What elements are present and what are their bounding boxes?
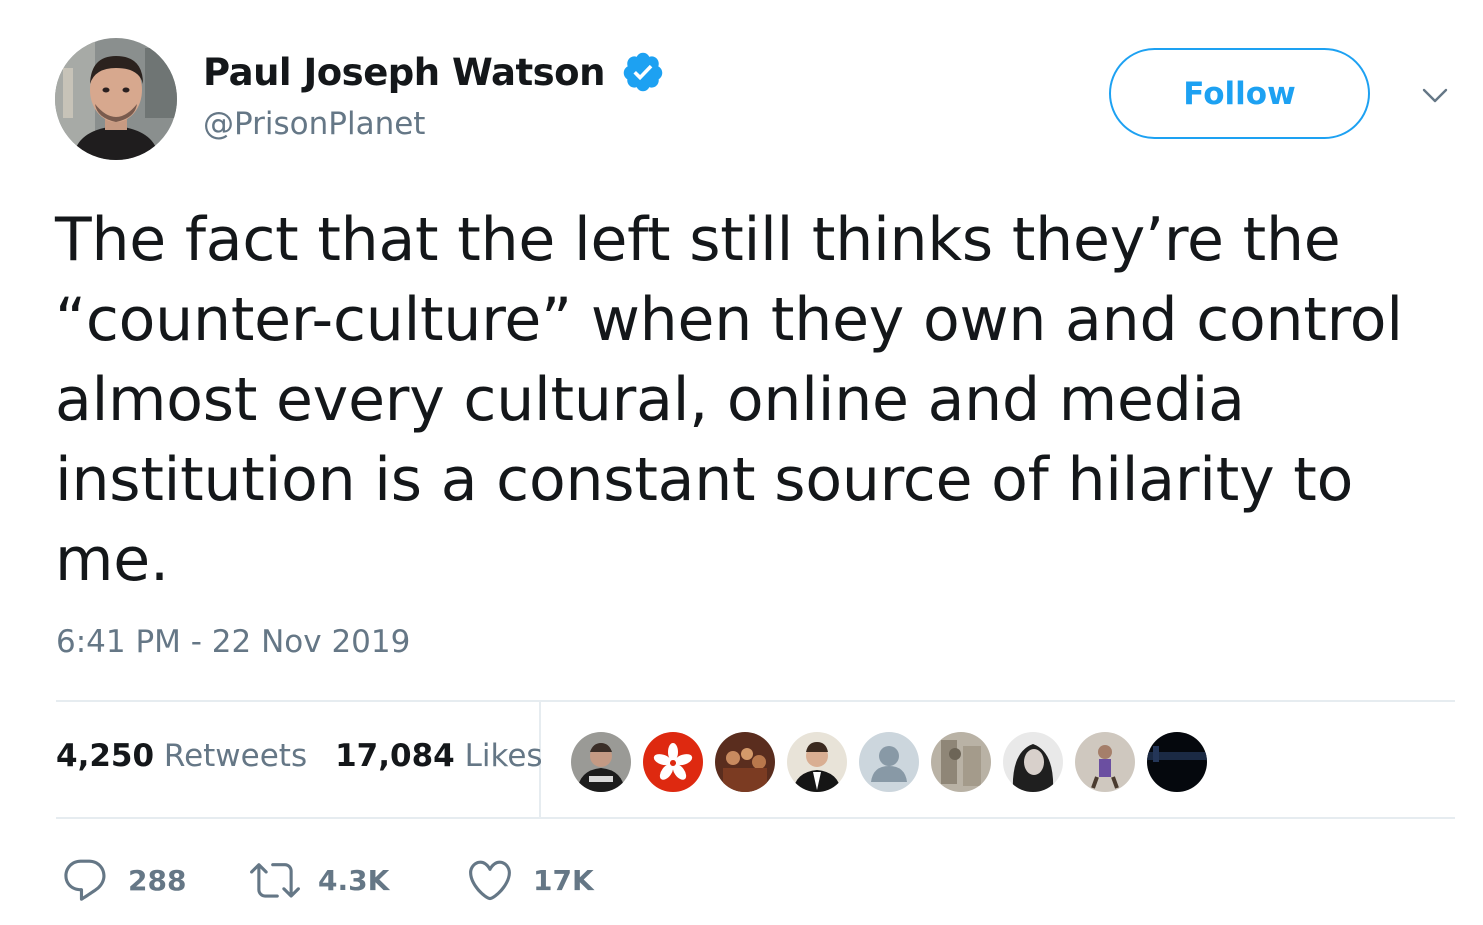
liker-avatar[interactable] [1003, 732, 1063, 792]
liker-avatar[interactable] [571, 732, 631, 792]
reply-button[interactable]: 288 [60, 855, 250, 905]
verified-badge-icon [623, 52, 663, 92]
divider-top [56, 700, 1455, 702]
like-button[interactable]: 17K [465, 855, 625, 905]
retweet-count: 4.3K [318, 863, 390, 897]
author-handle[interactable]: @PrisonPlanet [203, 106, 425, 142]
reply-count: 288 [128, 863, 187, 897]
retweets-stat-label: Retweets [163, 738, 308, 774]
liker-avatar[interactable] [1147, 732, 1207, 792]
follow-button[interactable]: Follow [1109, 48, 1370, 139]
chevron-down-icon[interactable] [1420, 80, 1450, 110]
liker-avatar[interactable] [715, 732, 775, 792]
author-name-row: Paul Joseph Watson [203, 44, 665, 100]
liker-avatar[interactable] [1075, 732, 1135, 792]
liker-avatar[interactable] [643, 732, 703, 792]
liker-avatar[interactable] [859, 732, 919, 792]
follow-button-label: Follow [1183, 75, 1296, 112]
retweet-button[interactable]: 4.3K [250, 855, 465, 905]
likes-stat-label: Likes [464, 738, 543, 774]
like-count: 17K [533, 863, 594, 897]
heart-icon [469, 860, 511, 901]
retweets-stat-count: 4,250 [56, 738, 155, 774]
likes-stat[interactable]: 17,084 Likes [335, 738, 542, 774]
liker-avatar[interactable] [931, 732, 991, 792]
liker-avatars [571, 732, 1207, 792]
tweet-text: The fact that the left still thinks they… [55, 205, 1403, 595]
author-avatar[interactable] [55, 38, 177, 160]
retweets-stat[interactable]: 4,250 Retweets [56, 738, 307, 774]
reply-icon [64, 859, 106, 901]
likes-stat-count: 17,084 [335, 738, 455, 774]
divider-bottom [56, 817, 1455, 819]
tweet-timestamp[interactable]: 6:41 PM - 22 Nov 2019 [56, 624, 410, 660]
tweet-actions: 288 4.3K 17K [60, 855, 625, 905]
author-display-name[interactable]: Paul Joseph Watson [203, 51, 605, 94]
retweet-icon [250, 863, 300, 898]
liker-avatar[interactable] [787, 732, 847, 792]
tweet-stats: 4,250 Retweets 17,084 Likes [56, 738, 543, 774]
